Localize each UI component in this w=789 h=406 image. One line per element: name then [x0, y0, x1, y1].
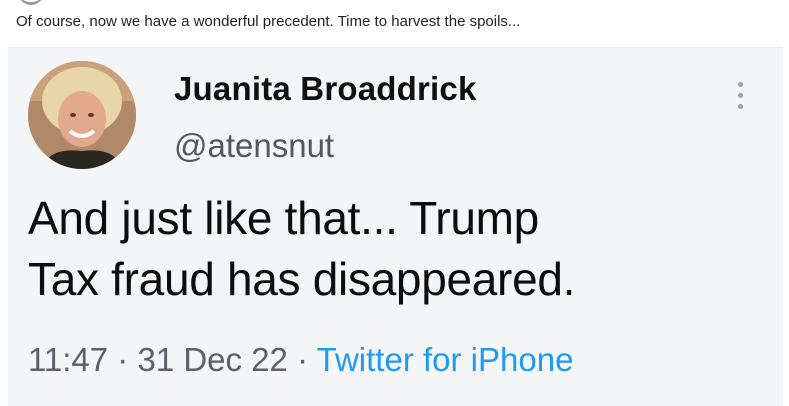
tweet-time[interactable]: 11:47 [28, 341, 108, 378]
dot [738, 82, 743, 87]
tweet-body-line: Tax fraud has disappeared. [28, 253, 576, 305]
cropped-avatar-fragment [18, 0, 44, 5]
post-text: Of course, now we have a wonderful prece… [16, 13, 521, 30]
dot [738, 104, 743, 109]
avatar-photo-icon [28, 61, 136, 169]
tweet-body: And just like that... Trump Tax fraud ha… [28, 188, 768, 310]
meta-separator: · [108, 341, 138, 378]
tweet-meta: 11:47 · 31 Dec 22 · Twitter for iPhone [28, 341, 573, 379]
vertical-ellipsis-icon[interactable] [732, 82, 750, 112]
meta-separator: · [287, 341, 317, 378]
page: Of course, now we have a wonderful prece… [0, 0, 789, 406]
tweet-date[interactable]: 31 Dec 22 [137, 341, 287, 378]
tweet-body-line: And just like that... Trump [28, 192, 539, 244]
profile-avatar[interactable] [28, 61, 136, 169]
tweet-display-name[interactable]: Juanita Broaddrick [174, 70, 477, 108]
tweet-source-link[interactable]: Twitter for iPhone [317, 341, 574, 378]
dot [738, 93, 743, 98]
tweet-screenshot-card: Juanita Broaddrick @atensnut And just li… [8, 47, 783, 406]
tweet-handle[interactable]: @atensnut [174, 127, 334, 165]
